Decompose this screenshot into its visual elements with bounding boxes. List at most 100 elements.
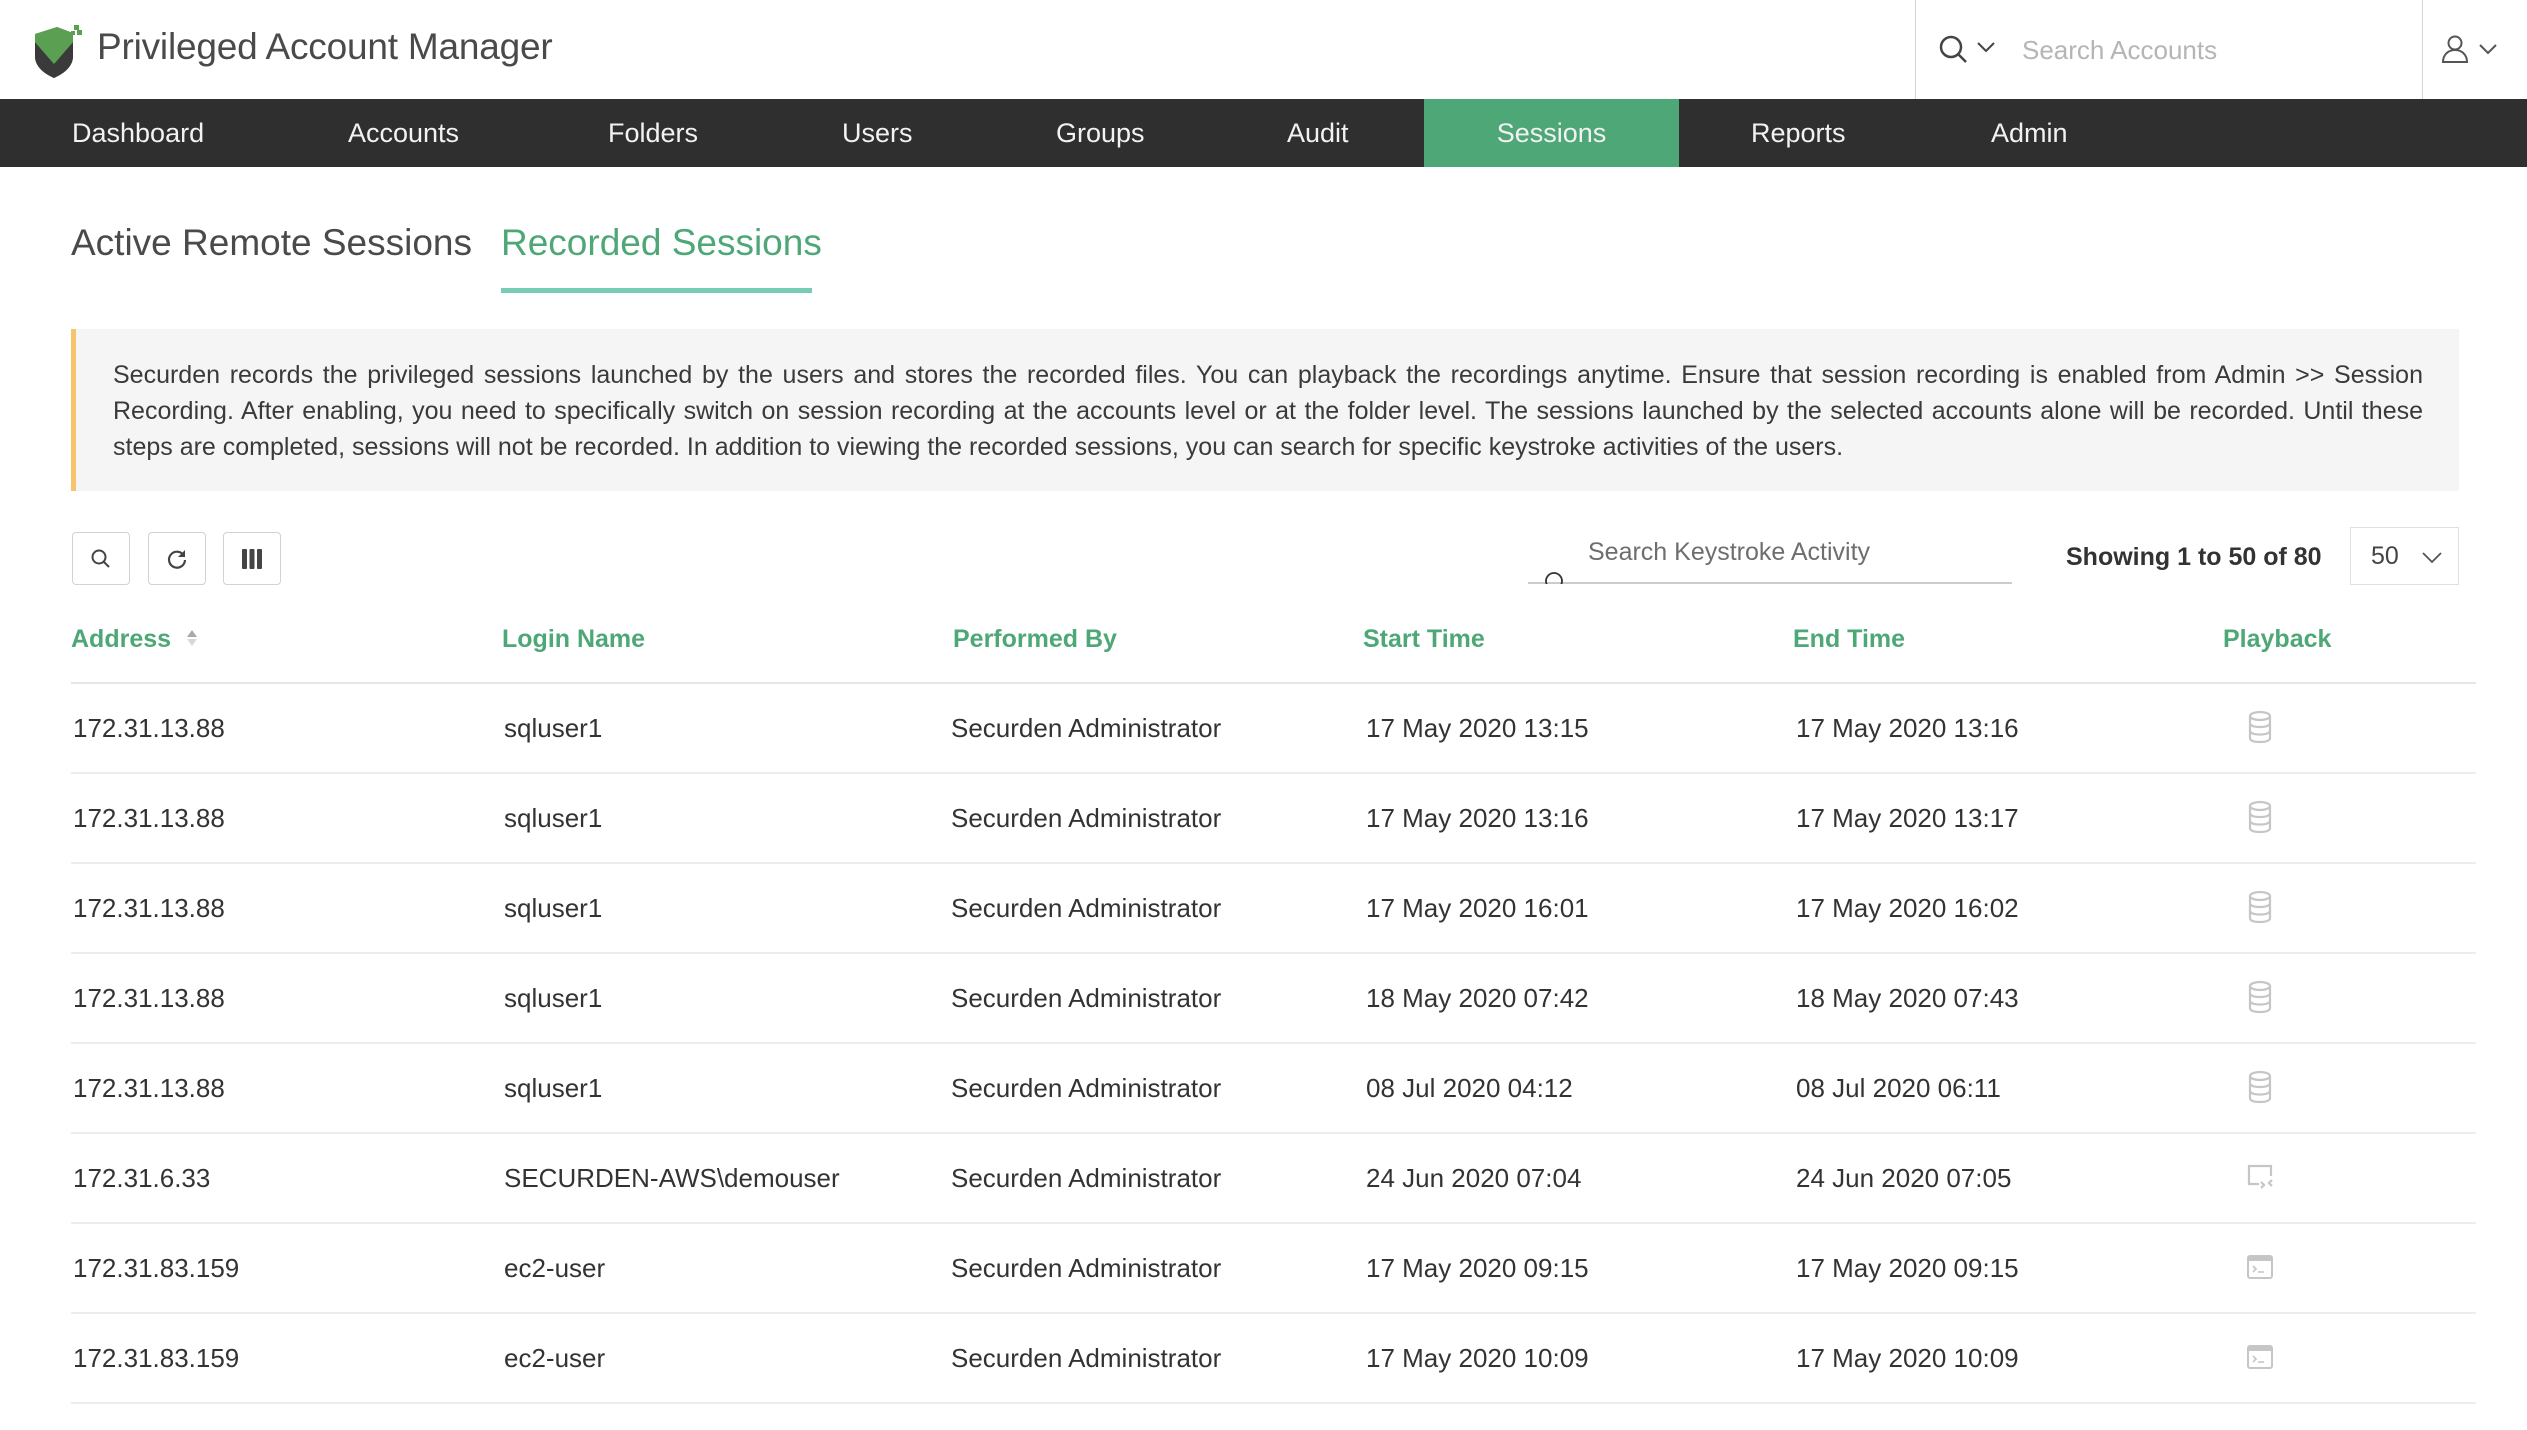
cell-end-time: 17 May 2020 13:16 [1796,713,2019,743]
cell-end-time: 17 May 2020 13:17 [1796,803,2019,833]
columns-button[interactable] [223,532,281,585]
database-icon [2245,800,2275,838]
cell-start-time: 17 May 2020 10:09 [1366,1343,1589,1373]
search-accounts-input[interactable] [2022,28,2402,72]
app-header: Privileged Account Manager [0,0,2527,99]
cell-login-name: sqluser1 [504,803,603,833]
playback-button[interactable] [2245,1160,2275,1194]
cell-address: 172.31.13.88 [73,893,225,923]
table-row[interactable]: 172.31.83.159 ec2-user Securden Administra… [71,1314,2476,1404]
pagination-summary: Showing 1 to 50 of 80 [2066,543,2322,571]
chevron-down-icon [2479,44,2497,55]
cell-address: 172.31.13.88 [73,983,225,1013]
playback-button[interactable] [2245,800,2275,834]
cell-address: 172.31.13.88 [73,803,225,833]
table-row[interactable]: 172.31.13.88 sqluser1 Securden Administrat… [71,864,2476,954]
cell-address: 172.31.13.88 [73,1073,225,1103]
page-size-value: 50 [2371,542,2399,570]
column-header-performed-by[interactable]: Performed By [953,625,1117,654]
nav-audit[interactable]: Audit [1287,99,1349,167]
cell-login-name: ec2-user [504,1253,606,1283]
cell-address: 172.31.13.88 [73,713,225,743]
chevron-down-icon[interactable] [1976,40,1996,54]
keystroke-search [1528,528,2012,584]
active-tab-indicator [501,288,812,293]
nav-reports[interactable]: Reports [1751,99,1846,167]
nav-dashboard[interactable]: Dashboard [72,99,204,167]
playback-button[interactable] [2245,890,2275,924]
table-row[interactable]: 172.31.13.88 sqluser1 Securden Administrat… [71,774,2476,864]
cell-performed-by: Securden Administrator [951,803,1222,833]
table-body: 172.31.13.88 sqluser1 Securden Administrat… [71,684,2476,1404]
cell-start-time: 17 May 2020 13:16 [1366,803,1589,833]
cell-performed-by: Securden Administrator [951,983,1222,1013]
nav-users[interactable]: Users [842,99,913,167]
account-search [1915,0,2423,99]
table-header: Address Login Name Performed By Start Ti… [71,610,2476,684]
info-banner-text: Securden records the privileged sessions… [113,361,2423,461]
nav-groups[interactable]: Groups [1056,99,1145,167]
terminal-icon [2245,1255,2275,1288]
column-header-playback: Playback [2223,625,2332,653]
cell-login-name: sqluser1 [504,983,603,1013]
cell-end-time: 18 May 2020 07:43 [1796,983,2019,1013]
cell-login-name: sqluser1 [504,893,603,923]
table-row[interactable]: 172.31.13.88 sqluser1 Securden Administrat… [71,684,2476,774]
search-icon [1545,572,1563,584]
tab-recorded-sessions[interactable]: Recorded Sessions [501,222,822,264]
database-icon [2245,890,2275,928]
table-row[interactable]: 172.31.13.88 sqluser1 Securden Administrat… [71,1044,2476,1134]
app-title: Privileged Account Manager [97,26,553,67]
tab-active-remote-sessions[interactable]: Active Remote Sessions [71,222,472,264]
column-header-start-time[interactable]: Start Time [1363,625,1485,654]
playback-button[interactable] [2245,980,2275,1014]
cell-address: 172.31.83.159 [73,1253,240,1283]
search-toggle-button[interactable] [72,532,130,585]
cell-start-time: 17 May 2020 16:01 [1366,893,1589,923]
nav-sessions[interactable]: Sessions [1424,99,1679,167]
keystroke-search-input[interactable] [1588,528,2008,576]
cell-start-time: 17 May 2020 09:15 [1366,1253,1589,1283]
main-nav: Dashboard Accounts Folders Users Groups … [0,99,2527,167]
playback-button[interactable] [2245,1070,2275,1104]
table-row[interactable]: 172.31.83.159 ec2-user Securden Administra… [71,1224,2476,1314]
column-header-address[interactable]: Address [71,625,198,654]
cell-performed-by: Securden Administrator [951,1253,1222,1283]
playback-button[interactable] [2245,1250,2275,1284]
cell-end-time: 08 Jul 2020 06:11 [1796,1073,2001,1103]
info-banner: Securden records the privileged sessions… [71,329,2459,491]
column-header-login-name[interactable]: Login Name [502,625,645,654]
cell-end-time: 17 May 2020 16:02 [1796,893,2019,923]
cell-login-name: SECURDEN-AWS\demouser [504,1163,840,1193]
refresh-button[interactable] [148,532,206,585]
nav-folders[interactable]: Folders [608,99,698,167]
cell-performed-by: Securden Administrator [951,893,1222,923]
cell-start-time: 17 May 2020 13:15 [1366,713,1589,743]
database-icon [2245,980,2275,1018]
user-menu-button[interactable] [2440,30,2520,70]
cell-start-time: 24 Jun 2020 07:04 [1366,1163,1582,1193]
column-header-end-time[interactable]: End Time [1793,625,1905,654]
refresh-icon [167,549,187,569]
remote-desktop-icon [2245,1164,2275,1198]
sort-icon[interactable] [186,627,198,649]
nav-admin[interactable]: Admin [1991,99,2068,167]
playback-button[interactable] [2245,1340,2275,1374]
cell-address: 172.31.6.33 [73,1163,211,1193]
cell-performed-by: Securden Administrator [951,1163,1222,1193]
cell-login-name: ec2-user [504,1343,606,1373]
table-row[interactable]: 172.31.6.33 SECURDEN-AWS\demouser Securden… [71,1134,2476,1224]
chevron-down-icon [2422,552,2442,564]
user-icon [2441,35,2469,63]
page-size-select[interactable]: 50 [2350,527,2459,585]
playback-button[interactable] [2245,710,2275,744]
table-row[interactable]: 172.31.13.88 sqluser1 Securden Administrat… [71,954,2476,1044]
cell-address: 172.31.83.159 [73,1343,240,1373]
nav-accounts[interactable]: Accounts [348,99,459,167]
shield-logo-icon [35,25,82,78]
cell-end-time: 24 Jun 2020 07:05 [1796,1163,2012,1193]
search-icon[interactable] [1938,34,1970,66]
recorded-sessions-table: Address Login Name Performed By Start Ti… [71,610,2476,1404]
cell-start-time: 08 Jul 2020 04:12 [1366,1073,1573,1103]
cell-performed-by: Securden Administrator [951,1073,1222,1103]
